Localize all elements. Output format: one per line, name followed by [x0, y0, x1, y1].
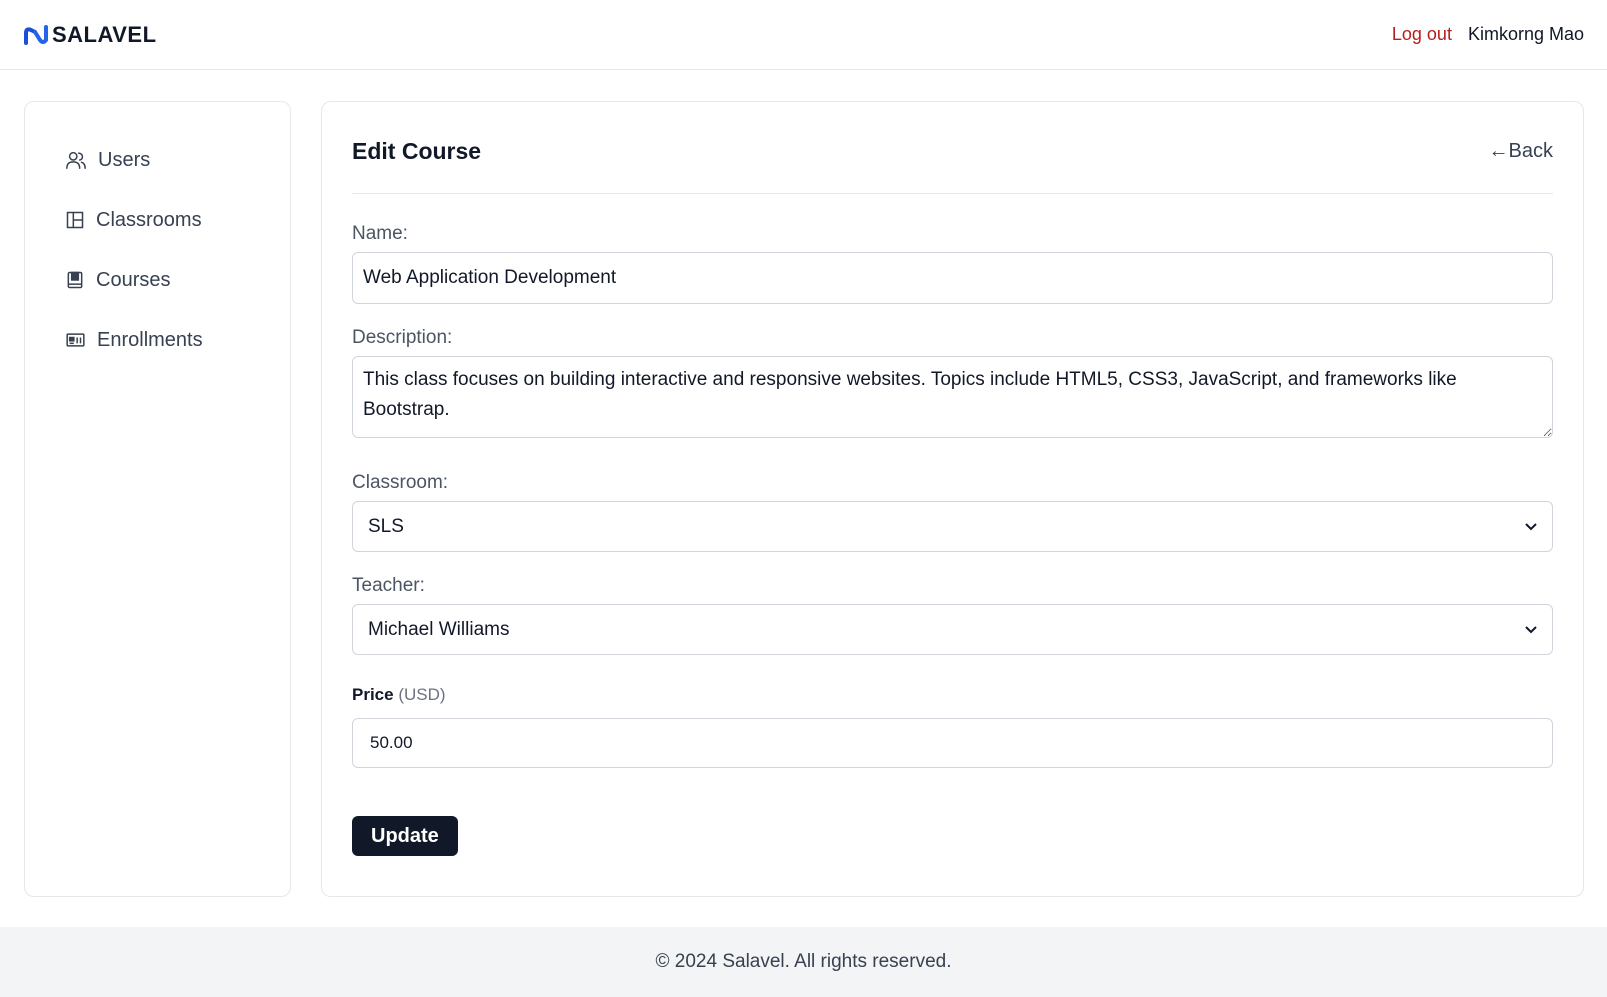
brand-name: SALAVEL	[52, 21, 157, 47]
classroom-selected-value: SLS	[368, 515, 404, 537]
edit-course-form: Name: Description: This class focuses on…	[352, 223, 1553, 856]
id-card-icon	[66, 333, 85, 347]
user-menu: Log out Kimkorng Mao	[1392, 24, 1584, 45]
panel-header: Edit Course ←Back	[352, 102, 1553, 194]
logout-link[interactable]: Log out	[1392, 24, 1452, 45]
salavel-logo-icon	[24, 24, 48, 45]
top-navbar: SALAVEL Log out Kimkorng Mao	[0, 0, 1607, 70]
sidebar-item-courses[interactable]: Courses	[65, 250, 290, 310]
name-input[interactable]	[352, 252, 1553, 304]
sidebar-item-label: Classrooms	[96, 208, 202, 231]
price-input[interactable]	[352, 718, 1553, 768]
edit-course-panel: Edit Course ←Back Name: Description: Thi…	[321, 101, 1584, 897]
sidebar-item-label: Users	[98, 148, 151, 171]
sidebar-item-enrollments[interactable]: Enrollments	[65, 310, 290, 370]
teacher-label: Teacher:	[352, 575, 425, 596]
back-link[interactable]: ←Back	[1489, 140, 1553, 163]
sidebar-item-label: Courses	[96, 268, 171, 291]
name-label: Name:	[352, 223, 408, 244]
teacher-selected-value: Michael Williams	[368, 618, 510, 640]
page-title: Edit Course	[352, 138, 482, 164]
book-icon	[67, 271, 83, 289]
user-name[interactable]: Kimkorng Mao	[1468, 24, 1584, 45]
copyright-text: © 2024 Salavel. All rights reserved.	[655, 951, 952, 972]
sidebar-item-label: Enrollments	[97, 328, 203, 351]
brand-logo[interactable]: SALAVEL	[23, 22, 157, 48]
description-textarea[interactable]: This class focuses on building interacti…	[352, 356, 1553, 438]
teacher-select[interactable]: Michael Williams	[352, 604, 1553, 655]
update-button[interactable]: Update	[352, 816, 458, 856]
sidebar-item-users[interactable]: Users	[65, 130, 290, 190]
users-icon	[66, 151, 86, 169]
description-label: Description:	[352, 327, 453, 348]
classroom-select[interactable]: SLS	[352, 501, 1553, 552]
sidebar: Users Classrooms Courses Enrollments	[24, 101, 291, 897]
price-label: Price (USD)	[352, 685, 1553, 705]
price-label-text: Price	[352, 685, 394, 704]
layout-icon	[66, 211, 84, 229]
footer: © 2024 Salavel. All rights reserved.	[0, 927, 1607, 997]
sidebar-item-classrooms[interactable]: Classrooms	[65, 190, 290, 250]
chevron-down-icon	[1525, 522, 1537, 530]
price-unit: (USD)	[398, 685, 446, 704]
chevron-down-icon	[1525, 625, 1537, 633]
classroom-label: Classroom:	[352, 472, 449, 493]
